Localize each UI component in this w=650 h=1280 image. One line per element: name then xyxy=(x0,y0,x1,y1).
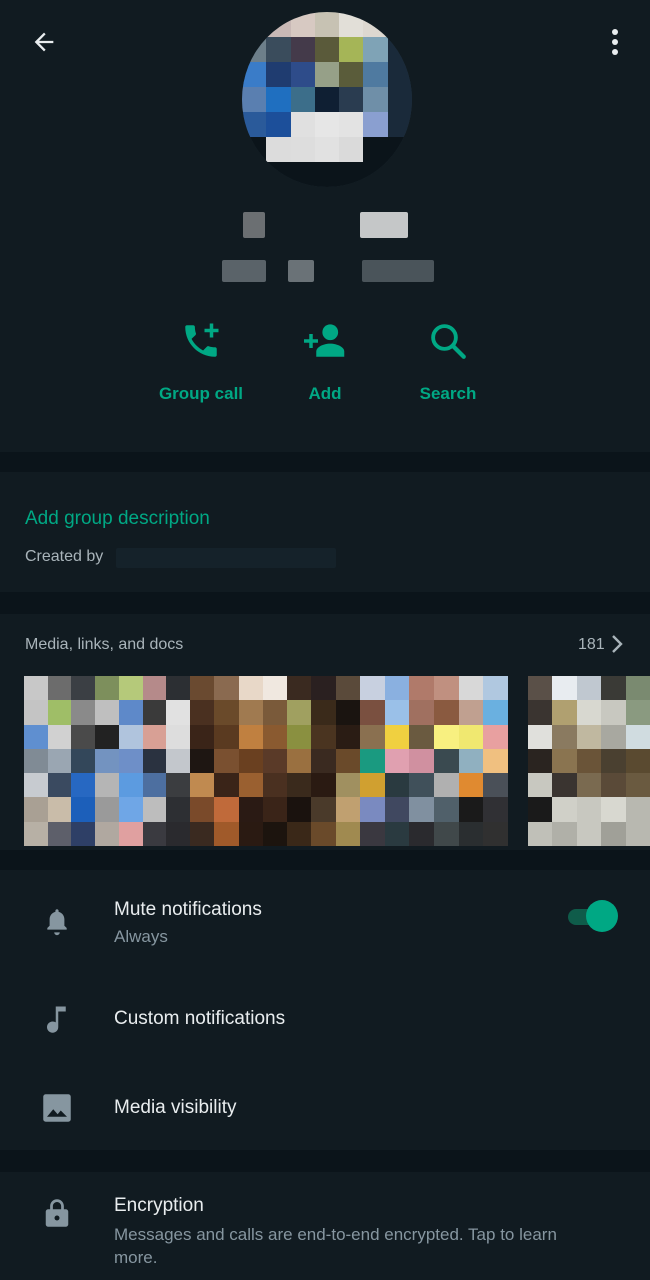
custom-notifications-title: Custom notifications xyxy=(114,1008,286,1029)
add-group-description-link[interactable]: Add group description xyxy=(25,508,210,530)
created-by-label: Created by xyxy=(25,548,104,565)
arrow-left-icon xyxy=(34,32,54,52)
image-icon xyxy=(40,1091,74,1125)
chevron-right-icon[interactable] xyxy=(610,634,624,654)
group-members-redacted xyxy=(362,260,434,282)
add-label: Add xyxy=(308,384,342,403)
group-name-redacted xyxy=(360,212,408,238)
add-participant-button[interactable]: Add xyxy=(270,320,380,404)
media-visibility-title: Media visibility xyxy=(114,1097,237,1118)
toggle-knob xyxy=(586,900,618,932)
encryption-section[interactable]: Encryption Messages and calls are end-to… xyxy=(0,1172,650,1280)
media-thumbnail[interactable] xyxy=(24,676,190,846)
more-vertical-icon xyxy=(612,29,618,55)
group-members-redacted xyxy=(222,260,266,282)
search-button[interactable]: Search xyxy=(393,320,503,404)
encryption-subtitle: Messages and calls are end-to-end encryp… xyxy=(114,1225,557,1267)
encryption-title: Encryption xyxy=(114,1195,204,1216)
more-options-button[interactable] xyxy=(598,22,632,62)
mute-notifications-toggle[interactable] xyxy=(568,900,620,934)
group-name-redacted xyxy=(243,212,265,238)
search-label: Search xyxy=(419,384,477,403)
group-description-section: Add group description Created by xyxy=(0,472,650,592)
media-thumbnail[interactable] xyxy=(360,676,508,846)
mute-notifications-subtitle: Always xyxy=(114,927,168,946)
group-members-redacted xyxy=(288,260,314,282)
group-call-button[interactable]: Group call xyxy=(146,320,256,404)
person-add-icon xyxy=(304,324,345,357)
media-title[interactable]: Media, links, and docs xyxy=(25,636,183,654)
mute-notifications-title: Mute notifications xyxy=(114,899,262,920)
lock-icon xyxy=(40,1196,74,1230)
bell-icon xyxy=(40,905,74,939)
notification-settings-section xyxy=(0,870,650,1150)
group-info-header: Group call Add Search xyxy=(0,0,650,452)
media-thumbnail[interactable] xyxy=(528,676,650,846)
search-icon xyxy=(431,324,466,359)
creator-redacted xyxy=(116,548,336,568)
back-button[interactable] xyxy=(24,22,64,62)
media-thumbnail[interactable] xyxy=(190,676,360,846)
media-count[interactable]: 181 xyxy=(578,636,605,654)
phone-plus-icon xyxy=(185,323,219,357)
music-note-icon xyxy=(40,1002,74,1036)
group-call-label: Group call xyxy=(158,384,244,403)
group-avatar[interactable] xyxy=(242,12,412,187)
